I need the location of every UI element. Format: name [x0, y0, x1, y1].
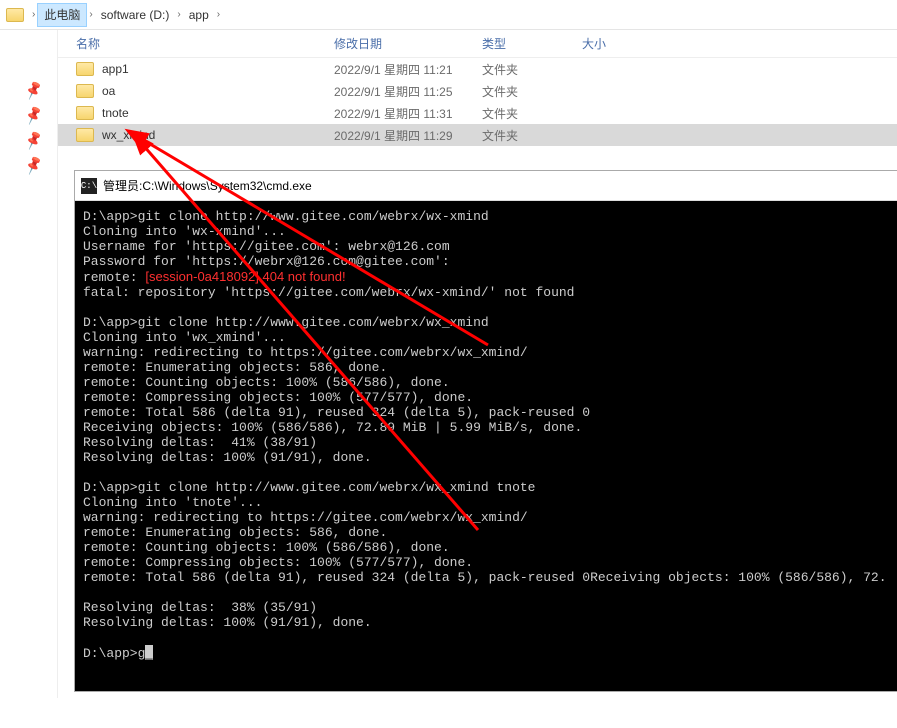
folder-icon [76, 106, 94, 120]
column-name[interactable]: 名称 [76, 35, 334, 52]
cmd-title-bar[interactable]: C:\ 管理员: C:\Windows\System32\cmd.exe [75, 171, 897, 201]
breadcrumb-folder[interactable]: app [183, 3, 215, 27]
folder-icon [76, 128, 94, 142]
file-row[interactable]: tnote2022/9/1 星期四 11:31文件夹 [58, 102, 897, 124]
file-row[interactable]: oa2022/9/1 星期四 11:25文件夹 [58, 80, 897, 102]
file-date: 2022/9/1 星期四 11:31 [334, 105, 482, 122]
cmd-title-path: C:\Windows\System32\cmd.exe [142, 179, 311, 193]
chevron-right-icon[interactable]: › [175, 9, 182, 20]
cmd-output[interactable]: D:\app>git clone http://www.gitee.com/we… [75, 201, 897, 691]
file-name: wx_xmind [102, 128, 334, 142]
file-date: 2022/9/1 星期四 11:25 [334, 83, 482, 100]
chevron-right-icon[interactable]: › [30, 9, 37, 20]
column-type[interactable]: 类型 [482, 35, 582, 52]
cmd-icon: C:\ [81, 178, 97, 194]
file-list-area: 名称 修改日期 类型 大小 app12022/9/1 星期四 11:21文件夹o… [58, 30, 897, 698]
quick-access-sidebar: 📌 📌 📌 📌 [0, 30, 58, 698]
folder-icon [6, 8, 24, 22]
column-size[interactable]: 大小 [582, 35, 662, 52]
breadcrumb: › 此电脑 › software (D:) › app › [0, 0, 897, 30]
column-headers: 名称 修改日期 类型 大小 [58, 30, 897, 58]
file-row[interactable]: app12022/9/1 星期四 11:21文件夹 [58, 58, 897, 80]
column-date[interactable]: 修改日期 [334, 35, 482, 52]
file-type: 文件夹 [482, 61, 582, 78]
chevron-right-icon[interactable]: › [215, 9, 222, 20]
folder-icon [76, 84, 94, 98]
file-type: 文件夹 [482, 127, 582, 144]
cmd-title-prefix: 管理员: [103, 177, 142, 194]
file-date: 2022/9/1 星期四 11:29 [334, 127, 482, 144]
file-name: oa [102, 84, 334, 98]
file-date: 2022/9/1 星期四 11:21 [334, 61, 482, 78]
folder-icon [76, 62, 94, 76]
breadcrumb-this-pc[interactable]: 此电脑 [37, 3, 87, 27]
chevron-right-icon[interactable]: › [87, 9, 94, 20]
file-name: app1 [102, 62, 334, 76]
file-type: 文件夹 [482, 83, 582, 100]
file-name: tnote [102, 106, 334, 120]
file-row[interactable]: wx_xmind2022/9/1 星期四 11:29文件夹 [58, 124, 897, 146]
breadcrumb-drive[interactable]: software (D:) [95, 3, 176, 27]
cmd-window[interactable]: C:\ 管理员: C:\Windows\System32\cmd.exe D:\… [74, 170, 897, 692]
file-type: 文件夹 [482, 105, 582, 122]
